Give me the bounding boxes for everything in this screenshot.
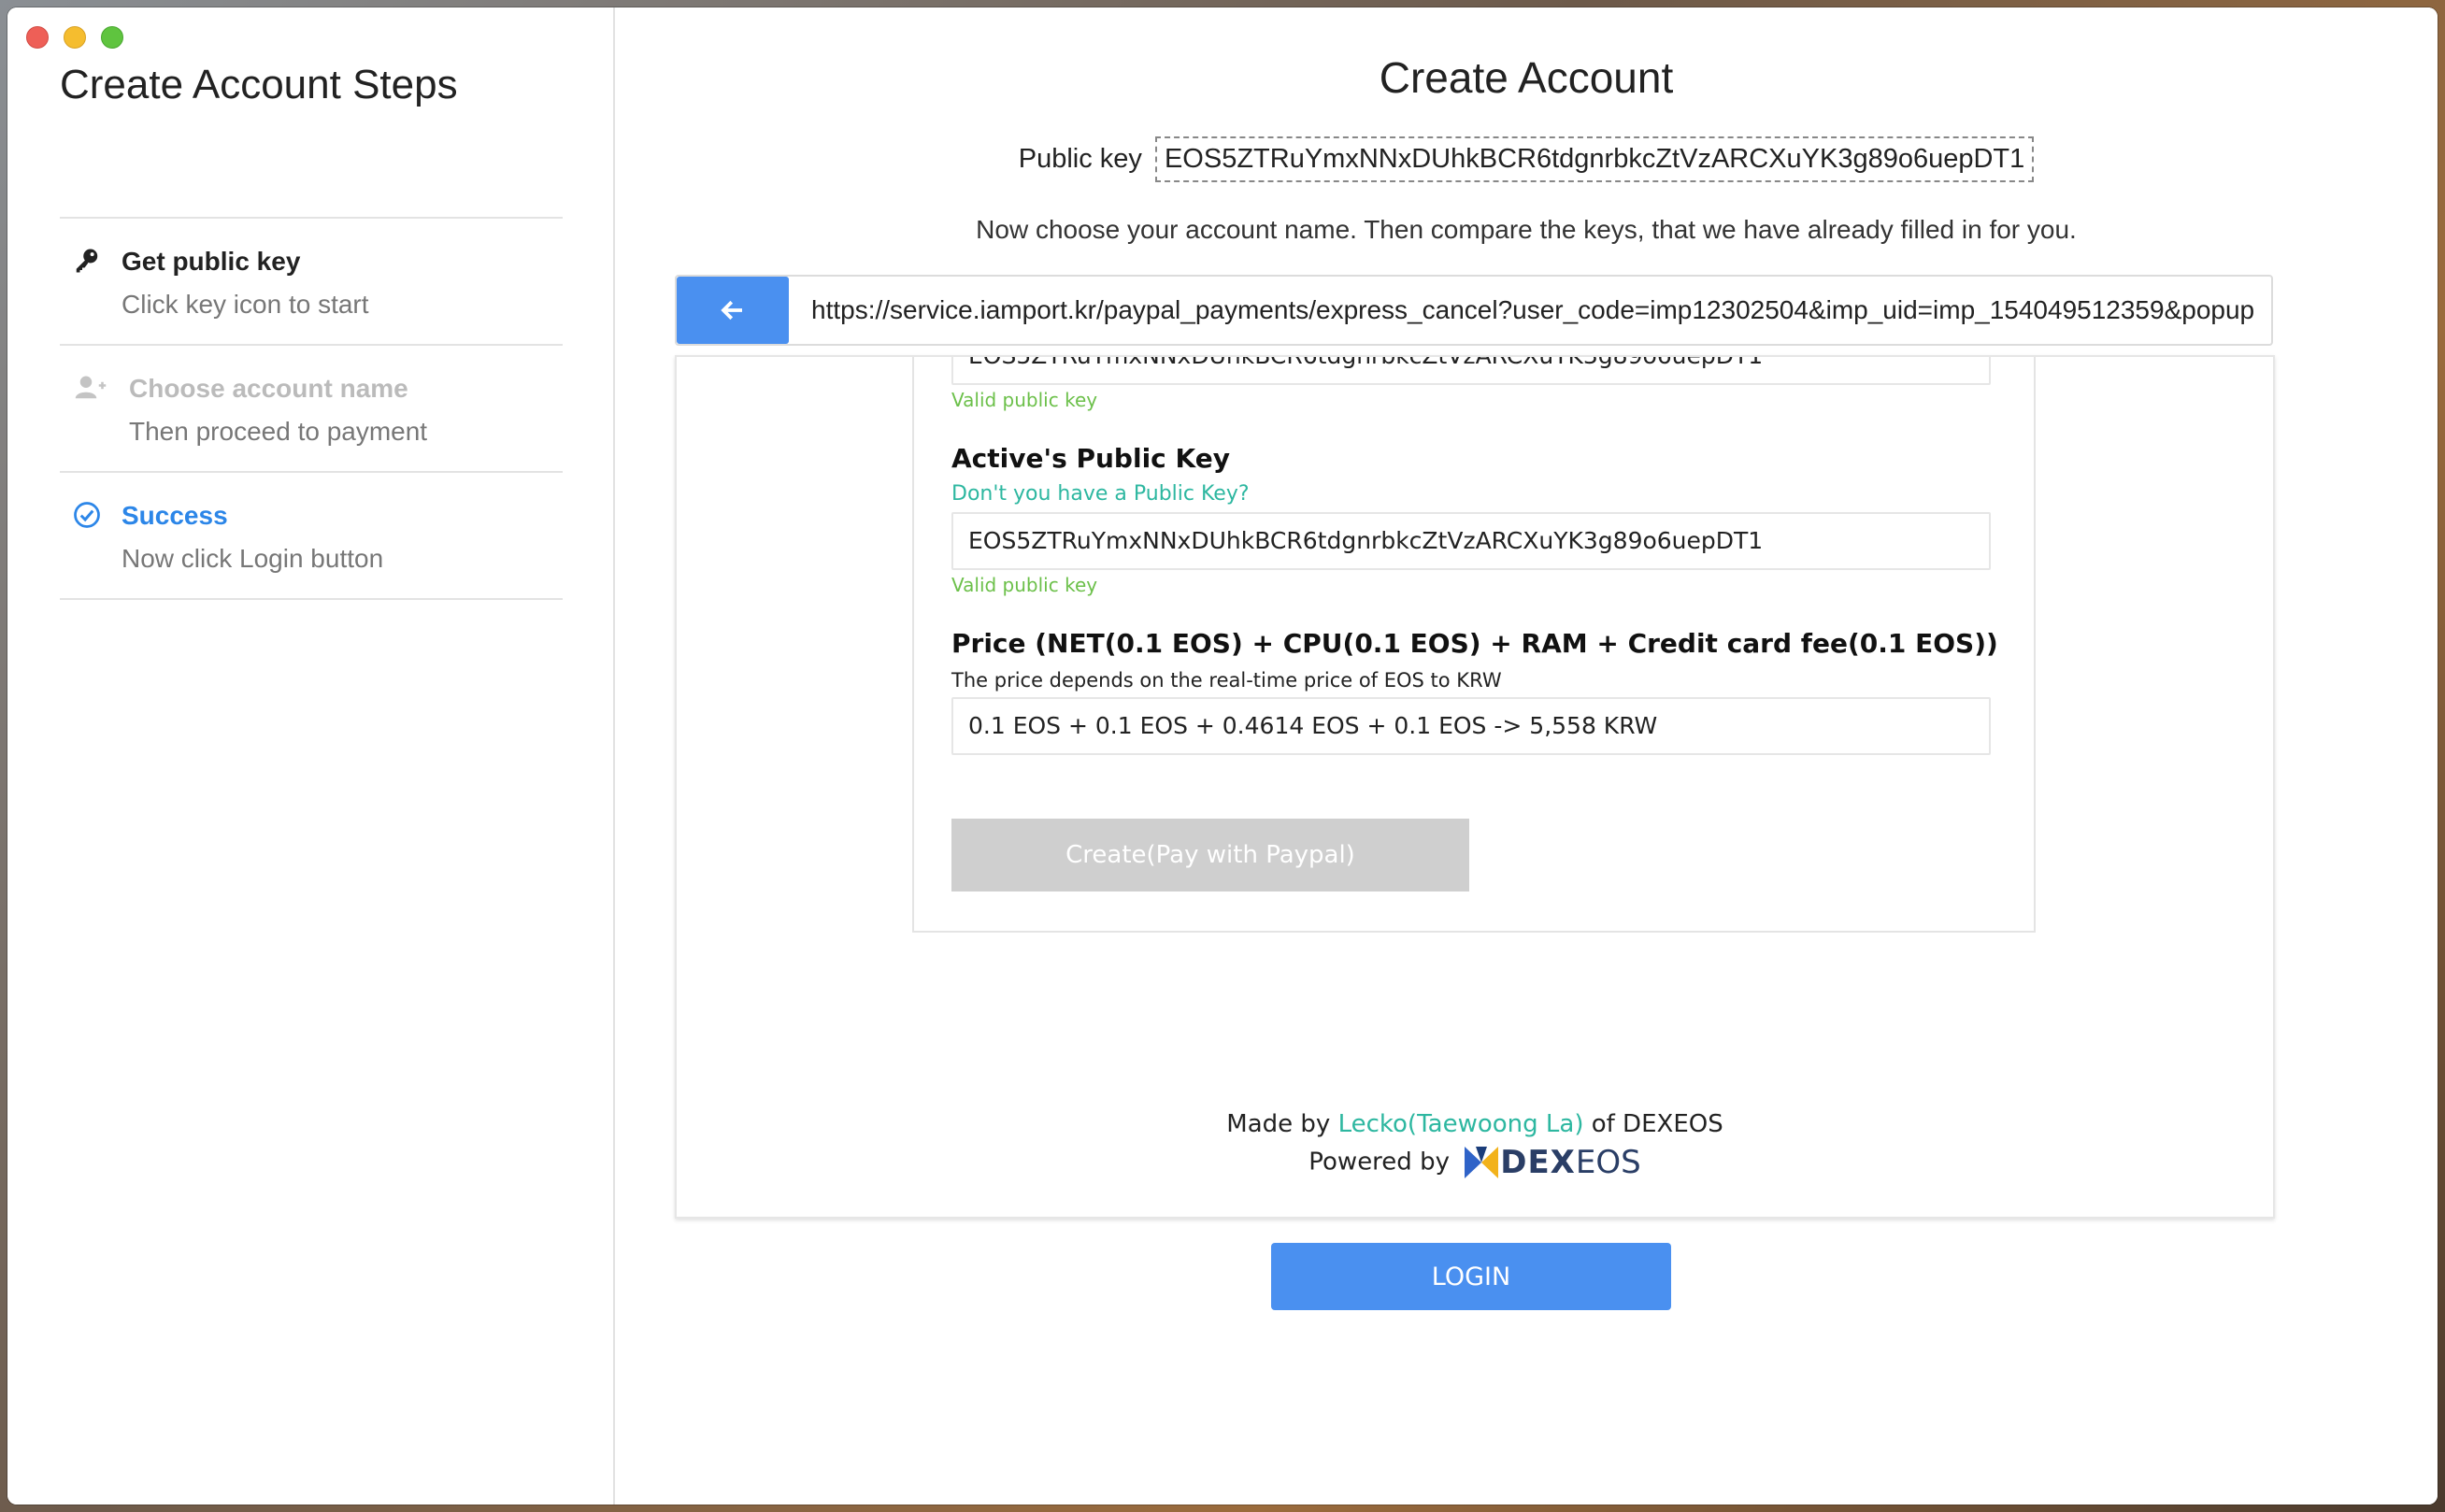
- sidebar-title: Create Account Steps: [60, 62, 458, 107]
- dexeos-logo[interactable]: DEX EOS: [1463, 1144, 1641, 1181]
- step-title: Get public key: [122, 247, 301, 276]
- payment-webview: EOS5ZTRuYmxNNxDUhkBCR6tdgnrbkcZtVzARCXuY…: [675, 355, 2275, 1219]
- login-button[interactable]: LOGIN: [1271, 1243, 1671, 1310]
- window-controls: [26, 26, 123, 49]
- step-choose-account-name[interactable]: Choose account name Then proceed to paym…: [60, 346, 563, 473]
- active-key-valid-text: Valid public key: [951, 574, 1098, 596]
- step-get-public-key[interactable]: Get public key Click key icon to start: [60, 219, 563, 346]
- embedded-browser-bar: https://service.iamport.kr/paypal_paymen…: [675, 275, 2273, 346]
- public-key-value[interactable]: EOS5ZTRuYmxNNxDUhkBCR6tdgnrbkcZtVzARCXuY…: [1154, 136, 2035, 182]
- back-button[interactable]: [677, 277, 789, 344]
- zoom-window-button[interactable]: [101, 26, 123, 49]
- close-window-button[interactable]: [26, 26, 49, 49]
- main-panel: Create Account Public key EOS5ZTRuYmxNNx…: [615, 7, 2438, 1505]
- instruction-text: Now choose your account name. Then compa…: [976, 215, 2077, 244]
- price-label: Price (NET(0.1 EOS) + CPU(0.1 EOS) + RAM…: [951, 628, 1998, 659]
- active-public-key-field[interactable]: EOS5ZTRuYmxNNxDUhkBCR6tdgnrbkcZtVzARCXuY…: [951, 512, 1991, 570]
- step-title: Choose account name: [129, 374, 408, 403]
- arrow-left-icon: [721, 300, 742, 321]
- step-subtitle: Click key icon to start: [122, 290, 369, 319]
- add-user-icon: [75, 376, 107, 399]
- step-success[interactable]: Success Now click Login button: [60, 473, 563, 600]
- active-key-label: Active's Public Key: [951, 443, 1230, 474]
- public-key-row: Public key EOS5ZTRuYmxNNxDUhkBCR6tdgnrbk…: [615, 136, 2438, 182]
- page-title: Create Account: [1379, 53, 1674, 102]
- app-window: Create Account Steps Get public key Clic…: [7, 7, 2438, 1505]
- no-public-key-link[interactable]: Don't you have a Public Key?: [951, 482, 1250, 506]
- price-hint: The price depends on the real-time price…: [951, 669, 1502, 692]
- owner-key-valid-text: Valid public key: [951, 389, 1098, 411]
- account-form-card: EOS5ZTRuYmxNNxDUhkBCR6tdgnrbkcZtVzARCXuY…: [912, 357, 2036, 933]
- key-icon: [76, 249, 98, 273]
- powered-by-line: Powered by DEX EOS: [677, 1144, 2273, 1181]
- made-by-suffix: of DEXEOS: [1591, 1110, 1723, 1138]
- step-subtitle: Now click Login button: [122, 544, 384, 573]
- made-by-line: Made by Lecko(Taewoong La) of DEXEOS: [677, 1110, 2273, 1138]
- minimize-window-button[interactable]: [64, 26, 86, 49]
- steps-sidebar: Create Account Steps Get public key Clic…: [7, 7, 615, 1505]
- steps-list: Get public key Click key icon to start C…: [60, 217, 563, 600]
- check-circle-icon: [74, 502, 100, 528]
- logo-eos-text: EOS: [1575, 1144, 1641, 1181]
- step-subtitle: Then proceed to payment: [129, 417, 428, 446]
- create-pay-with-paypal-button[interactable]: Create(Pay with Paypal): [951, 819, 1469, 892]
- url-display[interactable]: https://service.iamport.kr/paypal_paymen…: [811, 295, 2254, 325]
- logo-dex-text: DEX: [1500, 1144, 1576, 1181]
- owner-public-key-field[interactable]: EOS5ZTRuYmxNNxDUhkBCR6tdgnrbkcZtVzARCXuY…: [951, 357, 1991, 385]
- step-title: Success: [122, 501, 228, 530]
- price-field: 0.1 EOS + 0.1 EOS + 0.4614 EOS + 0.1 EOS…: [951, 697, 1991, 755]
- made-by-prefix: Made by: [1226, 1110, 1331, 1138]
- public-key-label: Public key: [1018, 144, 1142, 174]
- author-link[interactable]: Lecko(Taewoong La): [1338, 1110, 1584, 1138]
- dexeos-logo-mark-icon: [1465, 1147, 1499, 1178]
- powered-by-text: Powered by: [1308, 1148, 1450, 1177]
